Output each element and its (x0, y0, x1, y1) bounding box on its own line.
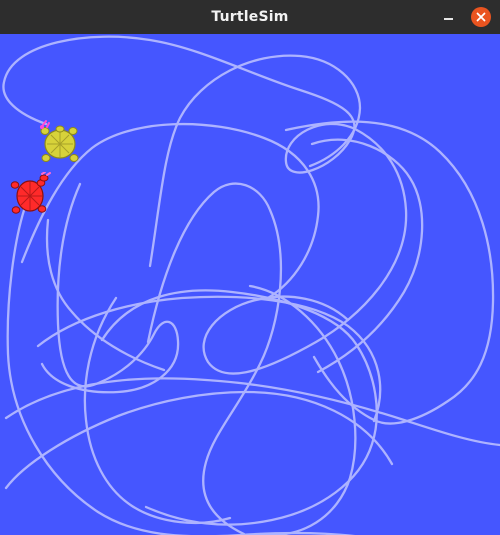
trail-path-13 (310, 138, 424, 374)
turtle-red-icon (10, 172, 51, 214)
close-button[interactable] (471, 7, 491, 27)
turtle-canvas[interactable] (0, 34, 500, 535)
turtle-yellow-icon (40, 120, 79, 162)
window-title: TurtleSim (211, 9, 289, 25)
trail-path-8 (146, 182, 283, 535)
turtle-yellow (40, 120, 79, 162)
turtlesim-window: TurtleSim (0, 0, 500, 535)
trail-layer (2, 35, 500, 535)
minimize-icon (443, 18, 453, 20)
turtle-red (10, 172, 51, 214)
close-icon (476, 12, 486, 22)
trail-path-10 (248, 284, 357, 535)
minimize-button[interactable] (438, 7, 458, 27)
trail-path-12 (4, 390, 394, 490)
titlebar[interactable]: TurtleSim (0, 0, 500, 34)
